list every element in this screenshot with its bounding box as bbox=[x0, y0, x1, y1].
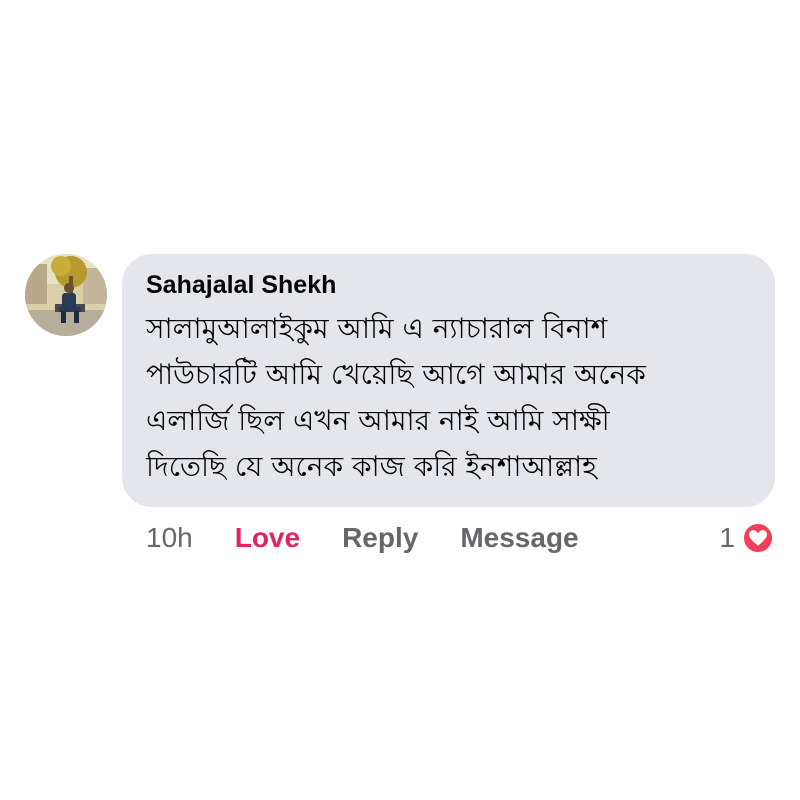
comment-bubble: Sahajalal Shekh সালামুআলাইকুম আমি এ ন্যা… bbox=[122, 254, 775, 507]
love-reaction-button[interactable]: Love bbox=[235, 522, 300, 554]
message-button[interactable]: Message bbox=[460, 522, 578, 554]
comment-line: দিতেছি যে অনেক কাজ করি ইনশাআল্লাহ bbox=[146, 450, 597, 483]
heart-glyph-icon bbox=[749, 530, 767, 546]
comment-line: পাউচারটি আমি খেয়েছি আগে আমার অনেক bbox=[146, 358, 646, 391]
comment-text: সালামুআলাইকুম আমি এ ন্যাচারাল বিনাশ পাউচ… bbox=[146, 306, 751, 490]
heart-icon bbox=[741, 521, 775, 555]
comment-screen: Sahajalal Shekh সালামুআলাইকুম আমি এ ন্যা… bbox=[0, 0, 800, 800]
comment-line: সালামুআলাইকুম আমি এ ন্যাচারাল বিনাশ bbox=[146, 312, 608, 345]
reply-button[interactable]: Reply bbox=[342, 522, 418, 554]
reaction-summary[interactable]: 1 bbox=[719, 518, 775, 558]
reaction-count: 1 bbox=[719, 522, 735, 553]
comment-timestamp[interactable]: 10h bbox=[146, 522, 193, 554]
comment-line: এলার্জি ছিল এখন আমার নাই আমি সাক্ষী bbox=[146, 404, 610, 437]
avatar-photo-icon bbox=[25, 254, 107, 336]
comment-actions: 10h Love Reply Message bbox=[146, 518, 579, 558]
author-avatar[interactable] bbox=[25, 254, 107, 336]
comment-author[interactable]: Sahajalal Shekh bbox=[146, 268, 751, 302]
